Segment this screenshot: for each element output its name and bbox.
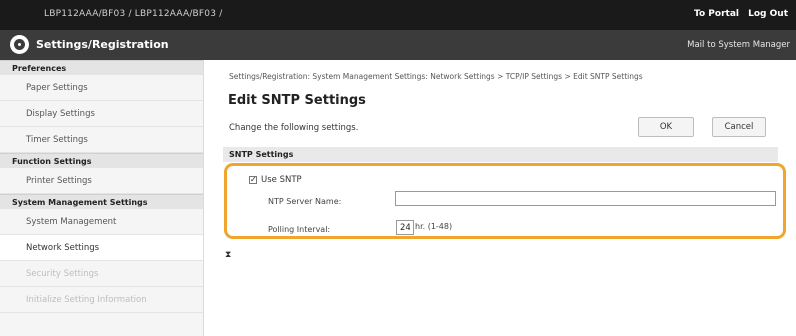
sidebar-item-timer-settings[interactable]: Timer Settings [0, 127, 203, 153]
header-links: To Portal Log Out [688, 9, 788, 19]
sidebar-item-display-settings[interactable]: Display Settings [0, 101, 203, 127]
use-sntp-checkbox[interactable]: ✓ [249, 176, 257, 184]
ntp-server-name-input[interactable] [395, 191, 776, 206]
device-name: LBP112AAA/BF03 / LBP112AAA/BF03 / [44, 9, 223, 19]
polling-interval-unit: hr. (1-48) [415, 222, 453, 231]
log-out-link[interactable]: Log Out [748, 9, 788, 19]
breadcrumb: Settings/Registration: System Management… [229, 72, 643, 81]
page-title: Edit SNTP Settings [228, 93, 366, 108]
sidebar-item-printer-settings[interactable]: Printer Settings [0, 168, 203, 194]
section-title-sntp-settings: SNTP Settings [223, 147, 778, 162]
sidebar: Preferences Paper Settings Display Setti… [0, 60, 204, 336]
title-bar: Settings/Registration Mail to System Man… [0, 30, 796, 60]
main-content: Settings/Registration: System Management… [204, 60, 796, 336]
to-portal-link[interactable]: To Portal [694, 9, 739, 19]
ok-button[interactable]: OK [638, 117, 694, 137]
cancel-button[interactable]: Cancel [712, 117, 766, 137]
sidebar-section-system-management-settings: System Management Settings [0, 194, 203, 209]
use-sntp-label: Use SNTP [261, 175, 302, 185]
mail-to-system-manager-link[interactable]: Mail to System Manager [687, 40, 790, 50]
ntp-server-name-label: NTP Server Name: [268, 197, 342, 206]
sidebar-section-preferences: Preferences [0, 60, 203, 75]
sidebar-item-system-management[interactable]: System Management [0, 209, 203, 235]
top-bar: LBP112AAA/BF03 / LBP112AAA/BF03 / To Por… [0, 0, 796, 30]
sidebar-item-initialize-setting-information[interactable]: Initialize Setting Information [0, 287, 203, 313]
sidebar-item-network-settings[interactable]: Network Settings [0, 235, 203, 261]
settings-logo-icon [10, 35, 29, 54]
page-description: Change the following settings. [229, 123, 359, 133]
polling-interval-input[interactable] [396, 220, 414, 235]
polling-interval-label: Polling Interval: [268, 225, 331, 234]
sidebar-item-security-settings[interactable]: Security Settings [0, 261, 203, 287]
hourglass-icon: ⧗ [225, 250, 232, 260]
app-title: Settings/Registration [36, 38, 169, 51]
sidebar-item-paper-settings[interactable]: Paper Settings [0, 75, 203, 101]
sidebar-section-function-settings: Function Settings [0, 153, 203, 168]
